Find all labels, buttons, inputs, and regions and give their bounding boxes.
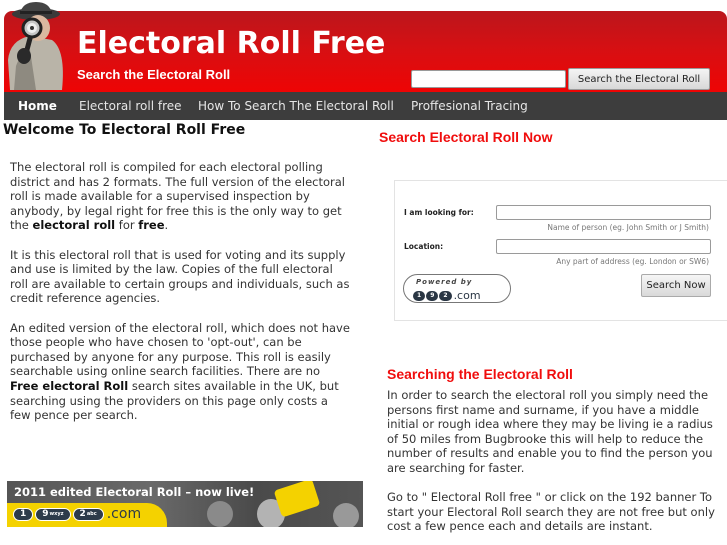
puzzle-piece-icon <box>273 481 321 518</box>
powered-by-text: Powered by <box>416 278 473 286</box>
bold-phrase: electoral roll <box>32 218 116 233</box>
logo-pill: 9 wxyz <box>35 507 71 521</box>
logo-pill: 9 <box>426 290 439 301</box>
logo-pill: 2 <box>439 290 452 301</box>
192-logo: 1 9 2 .com <box>413 289 481 302</box>
location-input[interactable] <box>496 239 711 254</box>
searching-paragraph-1: In order to search the electoral roll yo… <box>387 388 713 475</box>
powered-by-192-badge[interactable]: Powered by 1 9 2 .com <box>403 274 511 303</box>
192-logo: 1 9 wxyz 2 abc .com <box>13 506 141 522</box>
intro-text: The electoral roll is compiled for each … <box>10 160 350 437</box>
name-hint: Name of person (eg. John Smith or J Smit… <box>547 223 709 232</box>
crowd-face-image <box>333 503 359 527</box>
name-input[interactable] <box>496 205 711 220</box>
main-nav: Home Electoral roll free How To Search T… <box>4 92 727 120</box>
logo-suffix: .com <box>453 289 481 302</box>
intro-paragraph-3: An edited version of the electoral roll,… <box>10 320 350 423</box>
intro-paragraph-2: It is this electoral roll that is used f… <box>10 247 350 306</box>
nav-item-how-to-search[interactable]: How To Search The Electoral Roll <box>198 99 394 113</box>
site-subtitle: Search the Electoral Roll <box>77 67 231 82</box>
location-label: Location: <box>404 242 444 251</box>
site-title[interactable]: Electoral Roll Free <box>77 26 385 61</box>
intro-paragraph-1: The electoral roll is compiled for each … <box>10 160 345 233</box>
crowd-face-image <box>207 501 233 527</box>
header-search-input[interactable] <box>411 70 566 88</box>
bold-phrase: free <box>138 218 165 233</box>
header-search-button[interactable]: Search the Electoral Roll <box>568 68 710 90</box>
searching-text: In order to search the electoral roll yo… <box>387 388 727 545</box>
looking-for-label: I am looking for: <box>404 208 474 217</box>
logo-suffix: .com <box>106 506 142 522</box>
nav-item-professional-tracing[interactable]: Proffesional Tracing <box>411 99 528 113</box>
nav-item-home[interactable]: Home <box>18 99 57 113</box>
nav-item-electoral-roll-free[interactable]: Electoral roll free <box>79 99 182 113</box>
banner-headline: 2011 edited Electoral Roll – now live! <box>14 485 255 499</box>
bold-phrase: Free electoral Roll <box>10 378 129 393</box>
location-hint: Any part of address (eg. London or SW6) <box>556 257 709 266</box>
search-section-title: Search Electoral Roll Now <box>379 129 553 145</box>
searching-paragraph-2: Go to " Electoral Roll free " or click o… <box>387 490 715 534</box>
search-now-button[interactable]: Search Now <box>641 274 711 297</box>
detective-mascot-icon <box>8 2 63 90</box>
page-title: Welcome To Electoral Roll Free <box>3 122 246 138</box>
logo-pill: 1 <box>413 290 426 301</box>
192-promo-banner[interactable]: 2011 edited Electoral Roll – now live! 1… <box>7 481 363 527</box>
people-search-form: I am looking for: Name of person (eg. Jo… <box>394 180 727 321</box>
logo-pill: 2 abc <box>72 507 104 521</box>
searching-section-title: Searching the Electoral Roll <box>387 366 573 382</box>
logo-pill: 1 <box>13 507 34 521</box>
